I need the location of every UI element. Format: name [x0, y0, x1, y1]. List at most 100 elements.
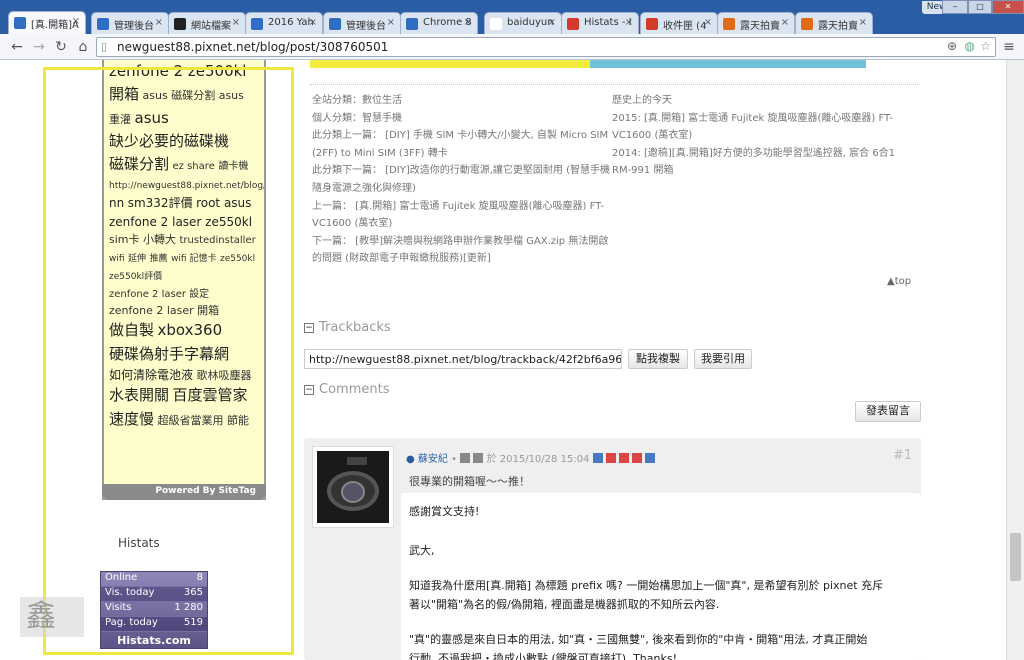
address-bar[interactable]: ▯ newguest88.pixnet.net/blog/post/308760…: [96, 37, 996, 57]
copy-button[interactable]: 點我複製: [628, 349, 688, 369]
collapse-icon[interactable]: −: [304, 323, 314, 333]
forward-icon[interactable]: →: [30, 38, 48, 56]
histats-row-label: Online: [105, 572, 138, 583]
favicon-icon: [14, 17, 26, 29]
favicon-icon: [97, 18, 109, 30]
tab-4[interactable]: 管理後台 ×: [323, 12, 401, 34]
comments-header[interactable]: − Comments: [304, 382, 389, 397]
browser-tab-bar: [真.開箱]A × 管理後台 × 網站檔案 × 2016 Yah × 管理後台 × Chrome 8…: [0, 0, 1024, 34]
tab-label: 管理後台: [114, 21, 154, 32]
meta-left-line[interactable]: 此分類上一篇： [DIY] 手機 SIM 卡小轉大/小變大, 自製 Micro …: [312, 127, 610, 162]
minimize-button[interactable]: ‒: [942, 0, 968, 14]
close-tab-icon[interactable]: ×: [781, 17, 789, 28]
tab-label: 露天拍賣: [740, 21, 780, 32]
histats-row: Pag. today 519: [101, 617, 207, 632]
trackback-url-field[interactable]: http://newguest88.pixnet.net/blog/trackb…: [304, 349, 622, 369]
cite-button[interactable]: 我要引用: [694, 349, 752, 369]
close-tab-icon[interactable]: ×: [625, 17, 633, 28]
meta-left-line[interactable]: 此分類下一篇： [DIY]改造你的行動電源,讓它更堅固耐用 (智慧手機隨身電源之…: [312, 162, 610, 197]
divider: [310, 84, 920, 85]
post-meta-right: 歷史上的今天 2015: [真.開箱] 富士電通 Fujitek 旋風吸塵器(離心…: [612, 92, 912, 180]
tab-0[interactable]: [真.開箱]A ×: [8, 11, 86, 34]
close-tab-icon[interactable]: ×: [309, 17, 317, 28]
favicon-icon: [490, 18, 502, 30]
tab-6[interactable]: baiduyun ×: [484, 12, 562, 34]
histats-row-value: 519: [183, 617, 203, 628]
collapse-icon[interactable]: −: [304, 385, 314, 395]
tab-3[interactable]: 2016 Yah ×: [245, 12, 323, 34]
meta-left-line: 個人分類：智慧手機: [312, 112, 402, 124]
scrollbar[interactable]: [1006, 60, 1024, 660]
close-tab-icon[interactable]: ×: [155, 17, 163, 28]
tab-7[interactable]: Histats - I ×: [561, 12, 639, 34]
close-tab-icon[interactable]: ×: [72, 16, 80, 27]
histats-widget[interactable]: Online 8 Vis. today 365 Visits 1 280 Pag. toda…: [100, 571, 208, 649]
edit-icon[interactable]: [592, 453, 603, 463]
tab-9[interactable]: 露天拍賣 ×: [717, 12, 795, 34]
close-tab-icon[interactable]: ×: [859, 17, 867, 28]
histats-row-value: 1 280: [174, 602, 203, 613]
post-comment-button[interactable]: 發表留言: [855, 401, 921, 422]
close-tab-icon[interactable]: ×: [464, 17, 472, 28]
trackbacks-title: Trackbacks: [319, 320, 391, 335]
meta-left-line[interactable]: 上一篇： [真.開箱] 富士電通 Fujitek 旋風吸塵器(離心吸塵器) FT…: [312, 198, 610, 233]
meta-right-line[interactable]: 2014: [邀稿][真.開箱]好方便的多功能學習型遙控器, 宸合 6合1 RM…: [612, 145, 912, 180]
favicon-icon: [646, 18, 658, 30]
histats-row: Online 8: [101, 572, 207, 587]
browser-toolbar: ← → ↻ ⌂ ▯ newguest88.pixnet.net/blog/pos…: [0, 34, 1024, 60]
tab-8[interactable]: 收件匣 (4 ×: [640, 12, 718, 34]
home-icon[interactable]: ⌂: [74, 38, 92, 56]
reply-line: 武大,: [409, 544, 435, 557]
tab-2[interactable]: 網站檔案 ×: [168, 12, 246, 34]
maximize-button[interactable]: □: [968, 0, 992, 14]
bookmark-star-icon[interactable]: ☆: [980, 39, 991, 53]
close-window-button[interactable]: ✕: [992, 0, 1024, 14]
histats-label: Histats: [118, 536, 160, 550]
home-icon[interactable]: [460, 453, 471, 463]
tab-label: baiduyun: [507, 17, 554, 28]
close-tab-icon[interactable]: ×: [232, 17, 240, 28]
reply-icon[interactable]: [645, 453, 656, 463]
reply-line: 行動, 不過我把・換成小數點 (鍵盤可直接打), Thanks!: [409, 652, 677, 660]
block-icon[interactable]: [618, 453, 629, 463]
tab-label: 網站檔案: [191, 21, 231, 32]
meta-left-line[interactable]: 下一篇： [教學]解決贈與稅網路申辦作業教學檔 GAX.zip 無法開啟的問題 …: [312, 233, 610, 268]
comment-header: ● 蘇安紀 • 於 2015/10/28 15:04: [406, 450, 656, 465]
reply-line: 感謝賞文支持!: [409, 505, 480, 518]
profile-icon[interactable]: [473, 453, 484, 463]
top-link[interactable]: ▲top: [887, 276, 911, 287]
favicon-icon: [329, 18, 341, 30]
histats-brand: Histats.com: [117, 634, 191, 647]
tab-1[interactable]: 管理後台 ×: [91, 12, 169, 34]
close-tab-icon[interactable]: ×: [548, 17, 556, 28]
page-icon: ▯: [101, 40, 108, 53]
tab-10[interactable]: 露天拍賣 ×: [795, 12, 873, 34]
avatar[interactable]: [312, 446, 394, 528]
back-icon[interactable]: ←: [8, 38, 26, 56]
highlight-box: [43, 67, 294, 655]
favicon-icon: [723, 18, 735, 30]
close-tab-icon[interactable]: ×: [704, 17, 712, 28]
favicon-icon: [406, 18, 418, 30]
meta-right-line[interactable]: 2015: [真.開箱] 富士電通 Fujitek 旋風吸塵器(離心吸塵器) F…: [612, 110, 912, 145]
trackbacks-header[interactable]: − Trackbacks: [304, 320, 391, 335]
zoom-icon[interactable]: ⊕: [947, 39, 957, 53]
tab-label: 2016 Yah: [268, 17, 314, 28]
delete-icon[interactable]: [605, 453, 616, 463]
camera-image: [317, 451, 389, 523]
scrollbar-thumb[interactable]: [1010, 533, 1021, 581]
extension-icon[interactable]: ◍: [965, 39, 975, 53]
separator: •: [451, 454, 458, 465]
tab-5[interactable]: Chrome 8 ×: [400, 12, 478, 34]
histats-row-label: Vis. today: [105, 587, 155, 598]
comment-text: 很專業的開箱喔～～推！: [409, 475, 530, 488]
url-text: newguest88.pixnet.net/blog/post/30876050…: [117, 40, 389, 54]
reload-icon[interactable]: ↻: [52, 38, 70, 56]
comment-author[interactable]: 蘇安紀: [418, 454, 448, 465]
close-tab-icon[interactable]: ×: [387, 17, 395, 28]
tab-label: 露天拍賣: [818, 21, 858, 32]
histats-row: Visits 1 280: [101, 602, 207, 617]
report-icon[interactable]: [632, 453, 643, 463]
menu-icon[interactable]: ≡: [1000, 38, 1018, 56]
reply-line: "真"的靈感是來自日本的用法, 如"真・三國無雙", 後來看到你的"中肯・開箱"…: [409, 633, 868, 646]
